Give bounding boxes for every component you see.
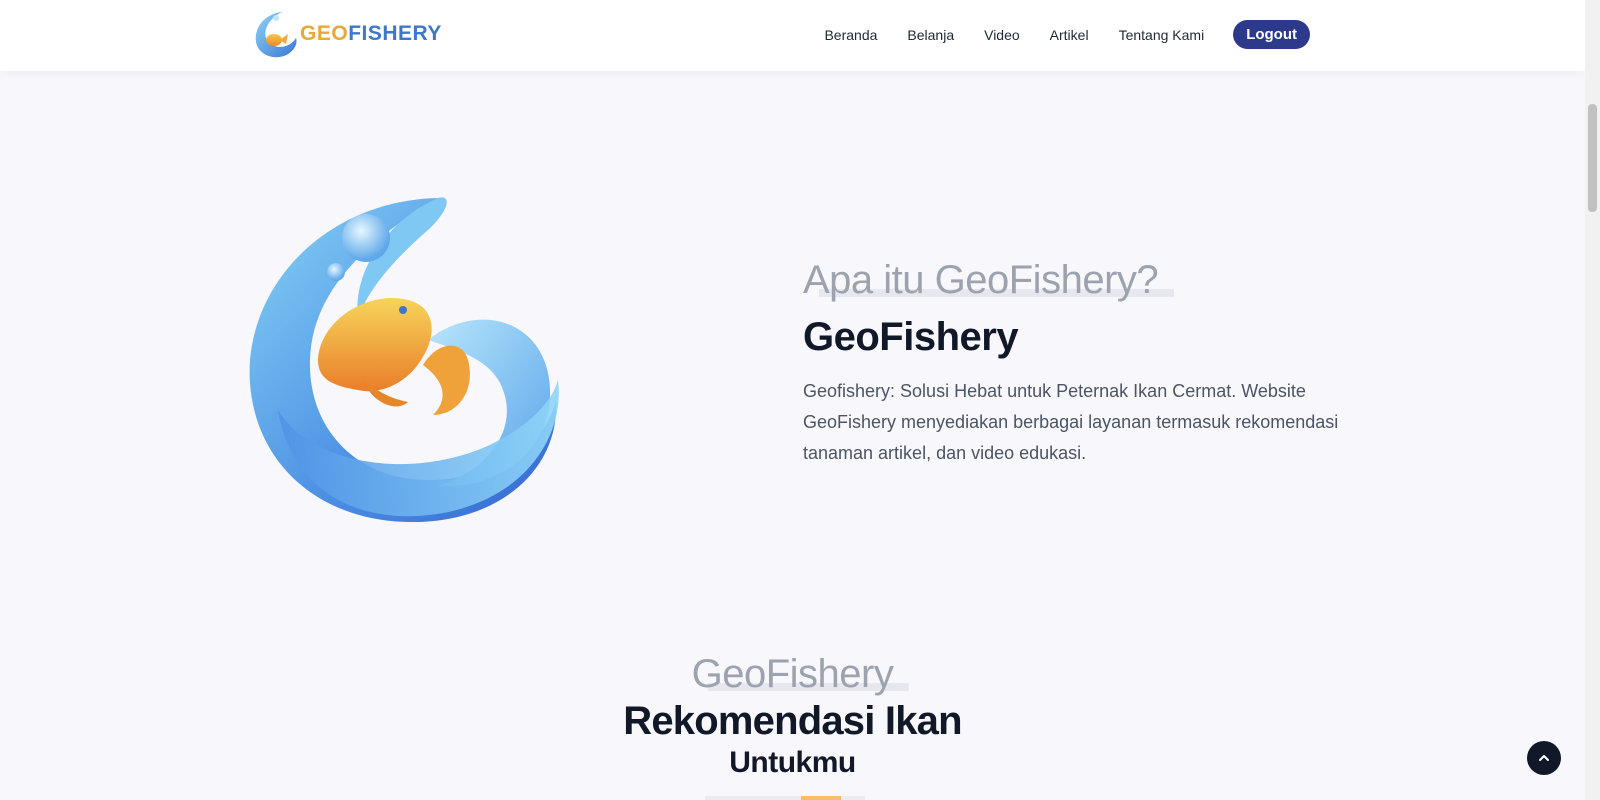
nav-link-belanja[interactable]: Belanja bbox=[907, 27, 954, 43]
recommendation-subtitle: Untukmu bbox=[729, 746, 856, 779]
page-scrollbar[interactable] bbox=[1585, 0, 1600, 800]
nav-link-beranda[interactable]: Beranda bbox=[824, 27, 877, 43]
about-eyebrow: Apa itu GeoFishery? bbox=[803, 258, 1175, 303]
nav-link-artikel[interactable]: Artikel bbox=[1050, 27, 1089, 43]
content-peek bbox=[705, 796, 865, 800]
about-section: Apa itu GeoFishery? GeoFishery Geofisher… bbox=[803, 258, 1343, 469]
about-eyebrow-text: Apa itu GeoFishery? bbox=[803, 258, 1159, 302]
nav-link-video[interactable]: Video bbox=[984, 27, 1020, 43]
nav-link-tentang-kami[interactable]: Tentang Kami bbox=[1119, 27, 1205, 43]
brand-wordmark: GEOFISHERY bbox=[300, 22, 442, 46]
recommendation-title: Rekomendasi Ikan bbox=[623, 699, 962, 743]
chevron-up-icon bbox=[1539, 755, 1549, 761]
brand-geo: GEO bbox=[300, 22, 349, 45]
main-nav: Beranda Belanja Video Artikel Tentang Ka… bbox=[794, 20, 1310, 49]
recommendation-eyebrow-text: GeoFishery bbox=[691, 652, 894, 696]
recommendation-section: GeoFishery Rekomendasi Ikan Untukmu bbox=[0, 652, 1585, 780]
about-title: GeoFishery bbox=[803, 315, 1019, 359]
geofishery-logo-icon bbox=[255, 12, 297, 58]
recommendation-eyebrow: GeoFishery bbox=[691, 652, 910, 697]
navbar: GEOFISHERY Beranda Belanja Video Artikel… bbox=[0, 0, 1585, 71]
back-to-top-button[interactable] bbox=[1527, 741, 1561, 775]
brand-logo[interactable]: GEOFISHERY bbox=[252, 8, 442, 60]
fish-wave-illustration bbox=[248, 190, 568, 535]
logout-button[interactable]: Logout bbox=[1233, 20, 1310, 49]
about-description: Geofishery: Solusi Hebat untuk Peternak … bbox=[803, 381, 1339, 463]
scrollbar-thumb[interactable] bbox=[1588, 104, 1597, 212]
brand-fishery: FISHERY bbox=[348, 22, 442, 45]
